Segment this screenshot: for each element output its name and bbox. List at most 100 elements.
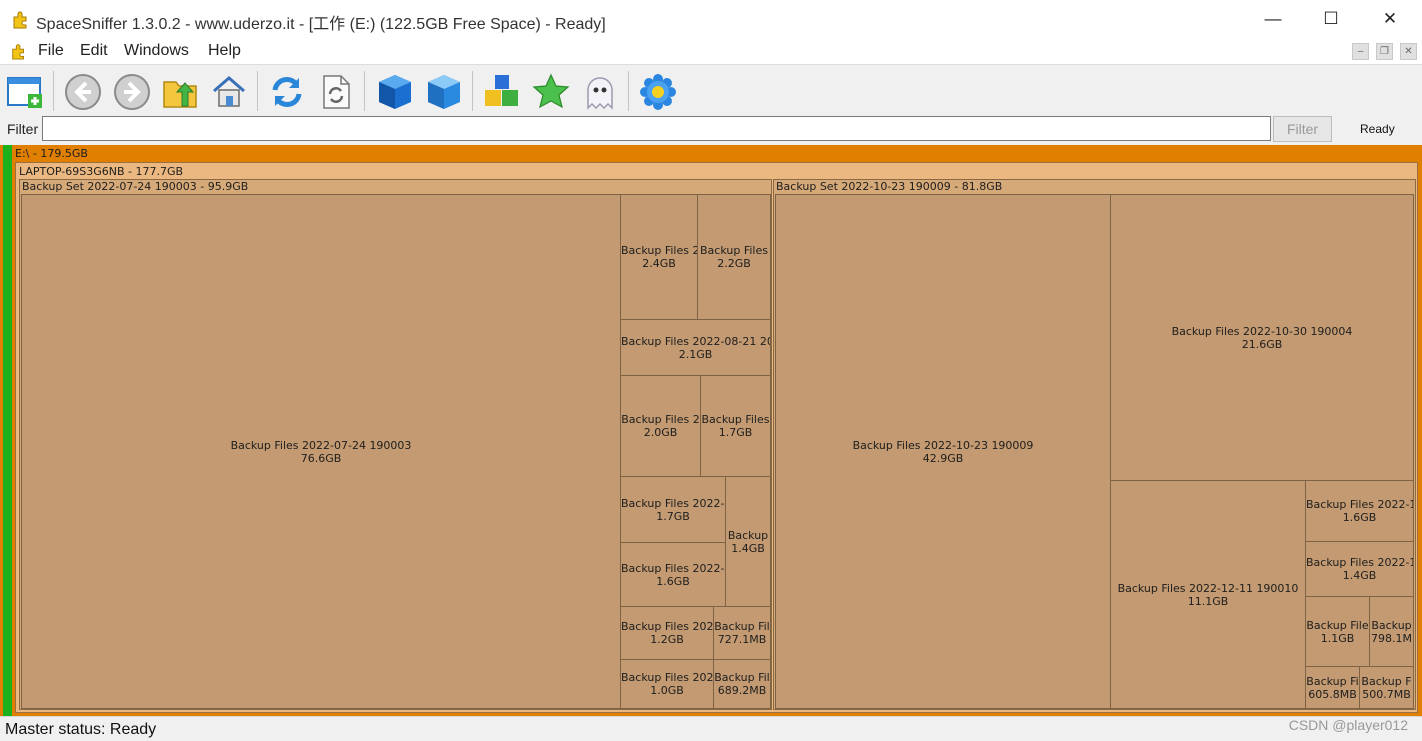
back-arrow-icon [65,74,101,110]
forward-button[interactable] [111,71,153,113]
filter-input[interactable] [42,116,1271,141]
refresh-icon [272,77,302,107]
folder-block[interactable]: Backup Files 202 1.0GB [620,659,714,709]
gear-flower-icon [640,74,676,110]
ghost-icon [587,77,613,110]
folder-name: Backup Files 2 [621,413,700,426]
close-button[interactable]: ✕ [1361,0,1419,38]
computer-header: LAPTOP-69S3G6NB - 177.7GB [19,165,184,178]
app-puzzle-icon [12,44,24,60]
folder-block[interactable]: Backup Files 2022-12-11 190010 11.1GB [1110,480,1306,709]
refresh-button[interactable] [266,71,308,113]
progress-indicator [3,145,12,716]
menu-edit[interactable]: Edit [80,42,108,60]
folder-block[interactable]: Backup Files 2022-1 1.6GB [1305,480,1414,542]
folder-size: 1.0GB [650,684,684,697]
folder-size: 1.7GB [718,426,753,439]
minimize-button[interactable]: — [1244,0,1302,38]
refresh-file-button[interactable] [315,71,357,113]
new-window-button[interactable] [4,71,46,113]
folder-block[interactable]: Backup Fil 689.2MB [713,659,771,709]
mdi-minimize-button[interactable]: – [1352,43,1369,60]
folder-block[interactable]: Backup Files 1.7GB [700,375,771,477]
folder-name: Backup Files 2022-10-23 190009 [852,438,1034,452]
forward-arrow-icon [114,74,150,110]
colored-blocks-icon [485,75,518,106]
folder-block[interactable]: Backup Files 2022-10-23 190009 42.9GB [775,194,1111,709]
folder-name: Backup Fil [714,671,770,684]
folder-name: Backup F [1361,674,1412,688]
folder-size: 1.2GB [650,633,684,646]
watermark: CSDN @player012 [1288,717,1408,733]
folder-name: Backup Files 2 [621,244,697,257]
folder-up-icon [163,81,197,108]
settings-button[interactable] [637,71,679,113]
toolbar [0,64,1422,117]
cube-outline-icon [428,75,460,109]
folder-name: Backup [727,528,769,542]
back-button[interactable] [62,71,104,113]
title-bar: SpaceSniffer 1.3.0.2 - www.uderzo.it - [… [0,0,1422,38]
blue-cube-button[interactable] [374,71,416,113]
folder-size: 1.6GB [1342,511,1377,524]
folder-size: 2.0GB [643,426,678,439]
file-refresh-icon [323,75,350,109]
root-header[interactable]: E:\ - 179.5GB [15,147,1415,161]
folder-block[interactable]: Backup F 500.7MB [1359,666,1414,709]
folder-name: Backup Files 2022-1 [1306,556,1413,569]
filter-button[interactable]: Filter [1273,116,1332,142]
folder-block[interactable]: Backup Fil 727.1MB [713,606,771,660]
folder-name: Backup Files 2022-1 [621,496,725,510]
folder-block[interactable]: Backup Files 2.2GB [697,194,771,320]
folder-size: 1.1GB [1320,631,1355,645]
favorites-button[interactable] [530,71,572,113]
backup-set-2-header: Backup Set 2022-10-23 190009 - 81.8GB [776,180,1003,193]
folder-block[interactable]: Backup File 1.1GB [1305,596,1370,667]
green-star-icon [532,73,570,109]
mdi-close-button[interactable]: ✕ [1400,43,1417,60]
folder-size: 42.9GB [922,451,964,465]
ghost-button[interactable] [579,71,621,113]
folder-block[interactable]: Backup Files 2 2.4GB [620,194,698,320]
folder-block[interactable]: Backup Files 2022-1 1.7GB [620,476,726,543]
folder-size: 2.4GB [642,257,676,270]
menu-file[interactable]: File [38,42,64,60]
maximize-button[interactable]: ☐ [1302,0,1360,38]
folder-block[interactable]: Backup 798.1M [1369,596,1414,667]
folder-block[interactable]: Backup Files 2022-0 1.6GB [620,542,726,607]
folder-name: Backup Fil [714,620,770,633]
cube-outline-button[interactable] [423,71,465,113]
folder-block[interactable]: Backup 1.4GB [725,476,771,607]
folder-size: 2.2GB [717,257,751,270]
filter-label: Filter [7,121,39,137]
mdi-restore-button[interactable]: ❐ [1376,43,1393,60]
backup-set-1-header: Backup Set 2022-07-24 190003 - 95.9GB [22,180,249,193]
blue-cube-icon [379,75,411,109]
home-icon [213,76,245,107]
folder-block[interactable]: Backup Files 2022-08-21 201 2.1GB [620,319,771,376]
folder-size: 1.4GB [1342,569,1377,582]
menu-help[interactable]: Help [208,42,241,60]
folder-block[interactable]: Backup Files 202 1.2GB [620,606,714,660]
tags-button[interactable] [481,71,523,113]
folder-name: Backup Files 2022-10-30 190004 [1171,324,1353,338]
folder-size: 605.8MB [1308,687,1357,701]
scan-status: Ready [1360,122,1395,136]
menu-windows[interactable]: Windows [124,42,189,60]
folder-block[interactable]: Backup Files 2022-10-30 190004 21.6GB [1110,194,1414,481]
home-button[interactable] [208,71,250,113]
folder-name: Backup [1371,618,1412,632]
folder-name: Backup File [1306,618,1369,632]
window-title: SpaceSniffer 1.3.0.2 - www.uderzo.it - [… [36,16,606,33]
folder-block[interactable]: Backup Fi 605.8MB [1305,666,1360,709]
folder-size: 11.1GB [1187,594,1229,608]
folder-name: Backup Files 2022-07-24 190003 [230,438,412,452]
filter-bar: Filter Filter Ready [0,116,1422,144]
folder-block[interactable]: Backup Files 2022-07-24 190003 76.6GB [21,194,621,709]
folder-size: 500.7MB [1362,687,1411,701]
folder-block[interactable]: Backup Files 2 2.0GB [620,375,701,477]
folder-size: 21.6GB [1241,337,1283,351]
parent-folder-button[interactable] [159,71,201,113]
treemap: E:\ - 179.5GB LAPTOP-69S3G6NB - 177.7GB … [0,145,1422,716]
folder-block[interactable]: Backup Files 2022-1 1.4GB [1305,541,1414,597]
